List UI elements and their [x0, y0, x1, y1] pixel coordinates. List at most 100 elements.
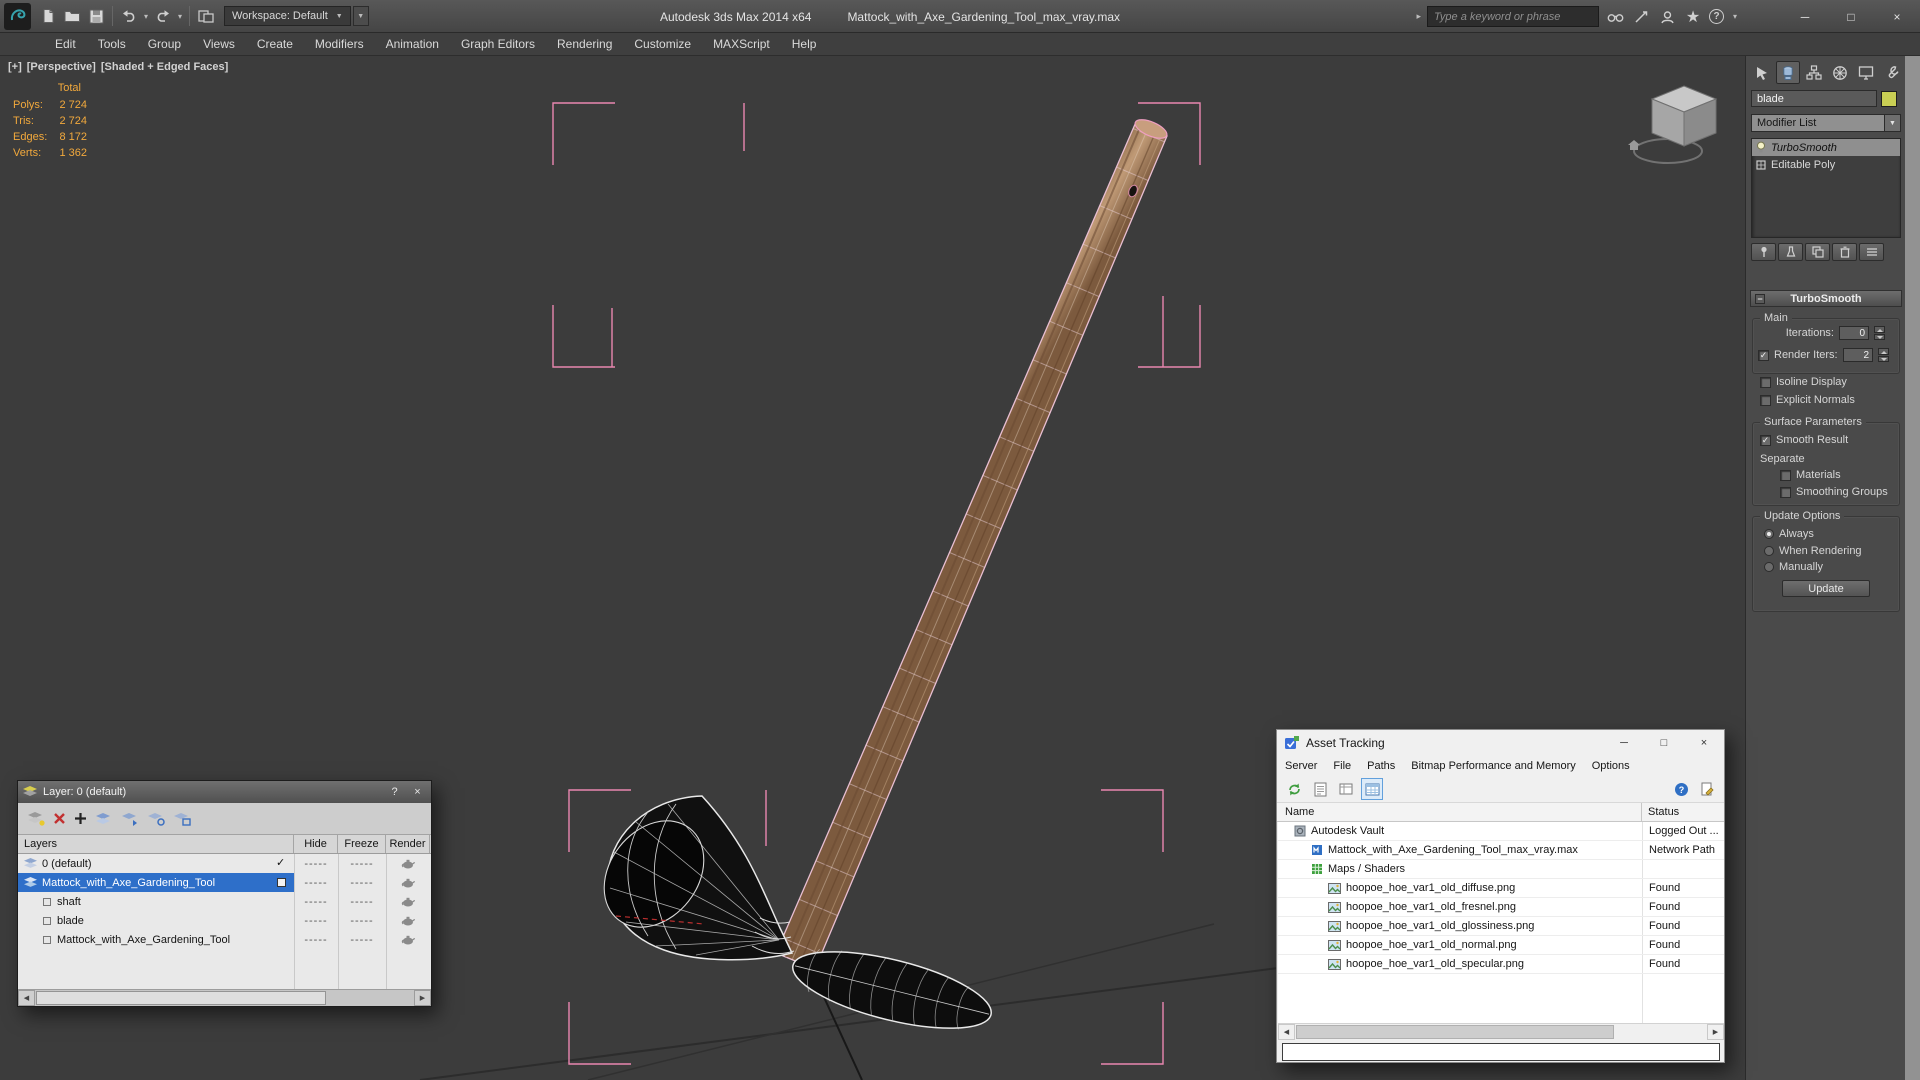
menu-server[interactable]: Server — [1277, 760, 1325, 772]
layer-row[interactable]: blade ----- ----- — [18, 911, 431, 930]
tab-motion[interactable] — [1828, 61, 1852, 84]
help-icon[interactable]: ? — [1671, 779, 1691, 799]
add-to-layer-icon[interactable] — [74, 812, 87, 825]
help-dropdown-caret[interactable]: ▾ — [1730, 12, 1740, 21]
layer-horizontal-scrollbar[interactable]: ◀ ▶ — [18, 989, 431, 1006]
render-iters-spinner[interactable] — [1878, 348, 1889, 362]
menu-rendering[interactable]: Rendering — [546, 37, 623, 51]
configure-modifier-sets-button[interactable] — [1859, 243, 1884, 261]
asset-row[interactable]: hoopoe_hoe_var1_old_fresnel.png Found — [1278, 898, 1724, 917]
smooth-result-checkbox[interactable]: ✓ — [1760, 434, 1771, 446]
pin-stack-button[interactable] — [1751, 243, 1776, 261]
render-toggle-icon[interactable] — [386, 873, 430, 892]
show-end-result-button[interactable] — [1778, 243, 1803, 261]
asset-horizontal-scrollbar[interactable]: ◀ ▶ — [1278, 1023, 1724, 1040]
viewport-general-menu[interactable]: [+] — [8, 61, 22, 73]
mattock-shaft[interactable] — [775, 116, 1169, 970]
report-icon[interactable] — [1310, 779, 1330, 799]
menu-animation[interactable]: Animation — [375, 37, 450, 51]
column-render[interactable]: Render — [386, 835, 430, 853]
set-current-layer-icon[interactable] — [121, 811, 139, 826]
viewport-pov-menu[interactable]: [Perspective] — [27, 61, 96, 73]
scroll-left-icon[interactable]: ◀ — [1278, 1024, 1295, 1040]
redo-dropdown-caret[interactable]: ▾ — [175, 12, 185, 21]
layer-row[interactable]: shaft ----- ----- — [18, 892, 431, 911]
new-scene-button[interactable] — [36, 3, 60, 29]
close-button[interactable]: × — [1684, 730, 1724, 756]
workspace-dropdown[interactable]: Workspace: Default ▼ — [224, 6, 351, 26]
table-view-icon[interactable] — [1362, 779, 1382, 799]
layer-properties-icon[interactable] — [173, 811, 191, 826]
render-toggle-icon[interactable] — [386, 911, 430, 930]
details-view-icon[interactable] — [1336, 779, 1356, 799]
iterations-value[interactable]: 0 — [1839, 326, 1869, 340]
column-freeze[interactable]: Freeze — [338, 835, 386, 853]
iterations-spinner[interactable] — [1874, 326, 1885, 340]
column-name[interactable]: Name — [1277, 803, 1642, 821]
refresh-status-icon[interactable] — [1284, 779, 1304, 799]
column-hide[interactable]: Hide — [294, 835, 338, 853]
menu-options[interactable]: Options — [1584, 760, 1638, 772]
isoline-checkbox[interactable] — [1760, 376, 1771, 388]
menu-file[interactable]: File — [1325, 760, 1359, 772]
undo-dropdown-caret[interactable]: ▾ — [141, 12, 151, 21]
asset-row[interactable]: Autodesk Vault Logged Out ... — [1278, 822, 1724, 841]
scroll-right-icon[interactable]: ▶ — [414, 990, 431, 1006]
object-name-field[interactable]: blade — [1751, 90, 1877, 107]
undo-button[interactable] — [117, 3, 141, 29]
select-layer-objects-icon[interactable] — [95, 811, 113, 826]
explicit-normals-checkbox[interactable] — [1760, 394, 1771, 406]
menu-edit[interactable]: Edit — [44, 37, 87, 51]
close-button[interactable]: × — [1874, 0, 1920, 33]
render-iters-checkbox[interactable]: ✓ — [1758, 349, 1769, 361]
maximize-button[interactable]: □ — [1644, 730, 1684, 756]
menu-views[interactable]: Views — [192, 37, 246, 51]
open-file-button[interactable] — [60, 3, 84, 29]
layer-dialog-titlebar[interactable]: Layer: 0 (default) ? × — [18, 781, 431, 803]
tab-display[interactable] — [1854, 61, 1878, 84]
turbosmooth-rollout-header[interactable]: − TurboSmooth — [1750, 290, 1902, 307]
minimize-button[interactable]: ─ — [1782, 0, 1828, 33]
save-file-button[interactable] — [84, 3, 108, 29]
menu-modifiers[interactable]: Modifiers — [304, 37, 375, 51]
minimize-button[interactable]: ─ — [1604, 730, 1644, 756]
object-color-swatch[interactable] — [1881, 90, 1897, 107]
workspace-options-dropdown[interactable]: ▼ — [352, 6, 369, 26]
scrollbar-thumb[interactable] — [1296, 1025, 1614, 1039]
menu-tools[interactable]: Tools — [87, 37, 137, 51]
delete-layer-icon[interactable] — [53, 812, 66, 825]
project-folder-icon[interactable] — [194, 3, 218, 29]
update-button[interactable]: Update — [1782, 580, 1870, 597]
tab-hierarchy[interactable] — [1802, 61, 1826, 84]
scrollbar-thumb[interactable] — [36, 991, 326, 1005]
viewcube[interactable] — [1622, 72, 1732, 172]
make-unique-button[interactable] — [1805, 243, 1830, 261]
help-button[interactable]: ? — [386, 786, 403, 798]
menu-graph-editors[interactable]: Graph Editors — [450, 37, 546, 51]
search-input[interactable] — [1427, 6, 1599, 27]
redo-button[interactable] — [151, 3, 175, 29]
modifier-list-dropdown[interactable]: Modifier List ▼ — [1751, 114, 1901, 132]
scroll-left-icon[interactable]: ◀ — [18, 990, 35, 1006]
column-layers[interactable]: Layers — [18, 835, 294, 853]
remove-modifier-button[interactable] — [1832, 243, 1857, 261]
layer-row[interactable]: Mattock_with_Axe_Gardening_Tool ----- --… — [18, 873, 431, 892]
scroll-right-icon[interactable]: ▶ — [1707, 1024, 1724, 1040]
maximize-button[interactable]: □ — [1828, 0, 1874, 33]
render-toggle-icon[interactable] — [386, 854, 430, 873]
subscription-icon[interactable] — [1631, 7, 1651, 27]
menu-maxscript[interactable]: MAXScript — [702, 37, 781, 51]
menu-bitmap-performance[interactable]: Bitmap Performance and Memory — [1403, 760, 1583, 772]
search-history-arrow[interactable]: ▸ — [1416, 11, 1421, 22]
layer-row[interactable]: 0 (default) ✓ ----- ----- — [18, 854, 431, 873]
layer-row[interactable]: Mattock_with_Axe_Gardening_Tool ----- --… — [18, 930, 431, 949]
communication-center-icon[interactable] — [1657, 7, 1677, 27]
panel-scroll-strip[interactable] — [1905, 56, 1920, 1080]
always-radio[interactable] — [1764, 529, 1774, 539]
menu-customize[interactable]: Customize — [623, 37, 702, 51]
render-toggle-icon[interactable] — [386, 892, 430, 911]
asset-row[interactable]: Maps / Shaders — [1278, 860, 1724, 879]
new-layer-icon[interactable] — [27, 811, 45, 826]
max-logo-icon[interactable] — [4, 2, 31, 30]
mattock-blade-head[interactable] — [584, 795, 795, 961]
